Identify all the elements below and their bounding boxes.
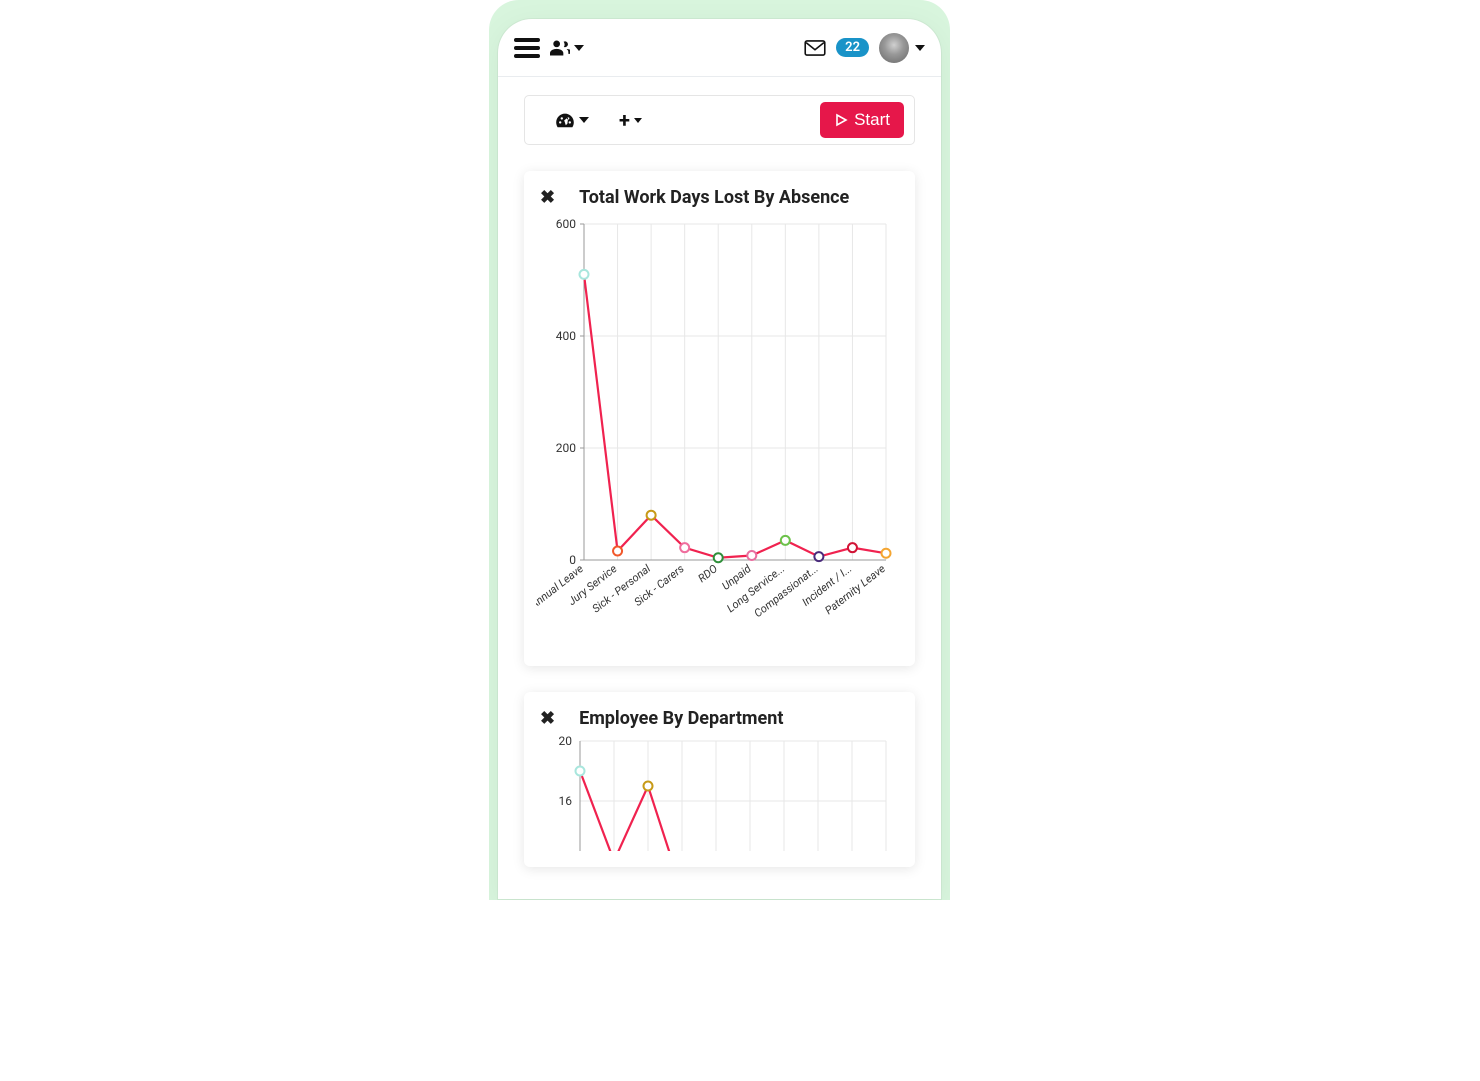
app-frame: 22 + [498,19,941,899]
caret-down-icon [579,117,589,123]
caret-down-icon [574,45,584,51]
absence-chart: 0200400600Annual LeaveJury ServiceSick -… [536,210,896,650]
start-button-label: Start [854,110,890,130]
widget-title: Employee By Department [579,708,783,729]
svg-text:600: 600 [556,217,576,231]
caret-down-icon [915,45,925,51]
widget-title: Total Work Days Lost By Absence [579,187,849,208]
profile-dropdown[interactable] [879,33,925,63]
svg-text:16: 16 [559,794,573,808]
menu-icon[interactable] [514,38,540,58]
caret-down-icon [634,118,642,123]
close-icon[interactable]: ✖ [536,185,559,210]
users-icon [550,40,570,56]
svg-text:20: 20 [559,734,573,748]
dashboard-toolbar: + Start [524,95,915,145]
users-dropdown[interactable] [550,40,584,56]
avatar [879,33,909,63]
notification-badge[interactable]: 22 [836,38,869,57]
svg-text:RDO: RDO [696,562,720,585]
add-widget-dropdown[interactable]: + [619,110,642,130]
play-icon [834,113,848,127]
widget-employee-dept: ✖ Employee By Department 1620 [524,692,915,867]
svg-text:400: 400 [556,329,576,343]
gauge-icon [555,112,575,128]
start-button[interactable]: Start [820,102,904,138]
app-header: 22 [498,19,941,77]
close-icon[interactable]: ✖ [536,706,559,731]
mail-icon[interactable] [804,40,826,56]
dashboard-type-dropdown[interactable] [555,112,589,128]
dept-chart: 1620 [536,731,896,851]
svg-text:Paternity Leave: Paternity Leave [822,562,888,617]
svg-text:200: 200 [556,441,576,455]
widget-absence-days: ✖ Total Work Days Lost By Absence 020040… [524,171,915,666]
plus-icon: + [619,110,630,130]
